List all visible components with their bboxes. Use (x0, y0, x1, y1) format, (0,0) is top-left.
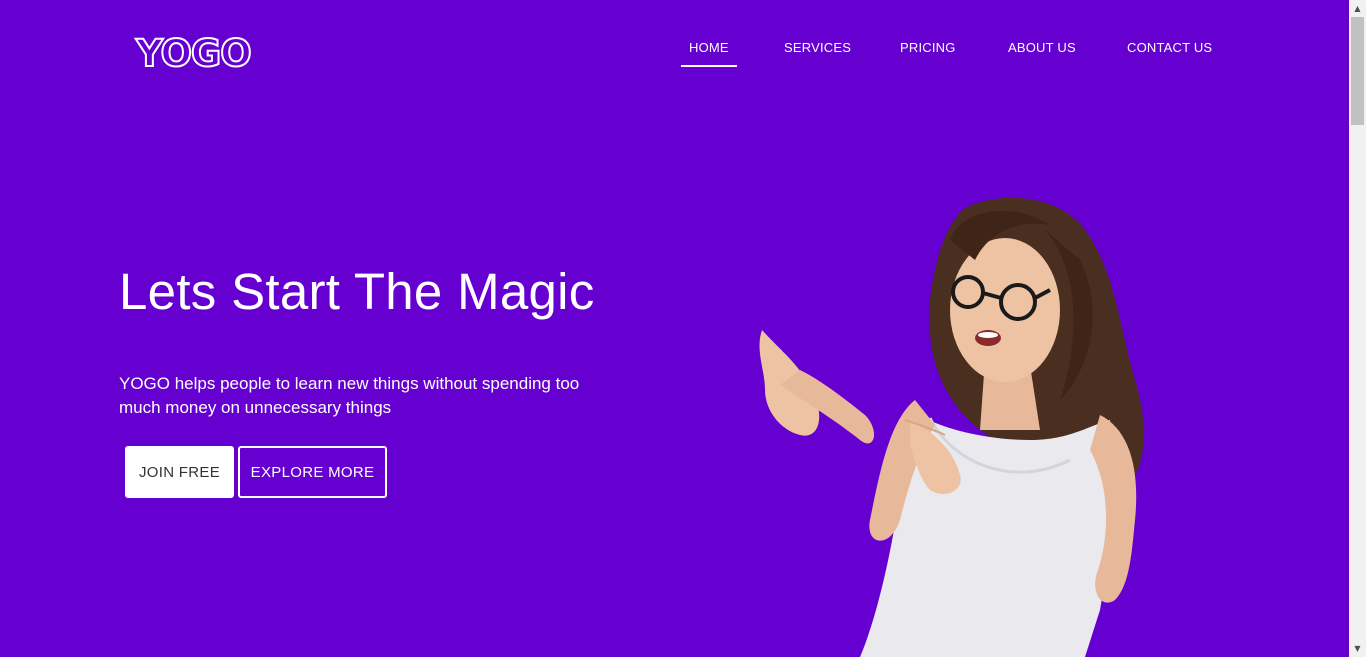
main-nav: HOME SERVICES PRICING ABOUT US CONTACT U… (0, 0, 1349, 100)
explore-more-button[interactable]: EXPLORE MORE (238, 446, 387, 498)
scroll-up-icon[interactable]: ▲ (1349, 0, 1366, 17)
hero-title: Lets Start The Magic (119, 263, 595, 320)
page-scrollbar[interactable]: ▲ ▼ (1349, 0, 1366, 657)
scrollbar-thumb[interactable] (1351, 17, 1364, 125)
nav-pricing[interactable]: PRICING (900, 40, 956, 55)
hero-person-image (759, 197, 1144, 657)
nav-about-us[interactable]: ABOUT US (1008, 40, 1076, 55)
nav-services[interactable]: SERVICES (784, 40, 851, 55)
nav-contact-us[interactable]: CONTACT US (1127, 40, 1212, 55)
scroll-down-icon[interactable]: ▼ (1349, 640, 1366, 657)
landing-page: YOGO HOME SERVICES PRICING ABOUT US CONT… (0, 0, 1349, 657)
hero-description: YOGO helps people to learn new things wi… (119, 374, 580, 417)
nav-home[interactable]: HOME (681, 40, 737, 67)
join-free-button[interactable]: JOIN FREE (125, 446, 234, 498)
